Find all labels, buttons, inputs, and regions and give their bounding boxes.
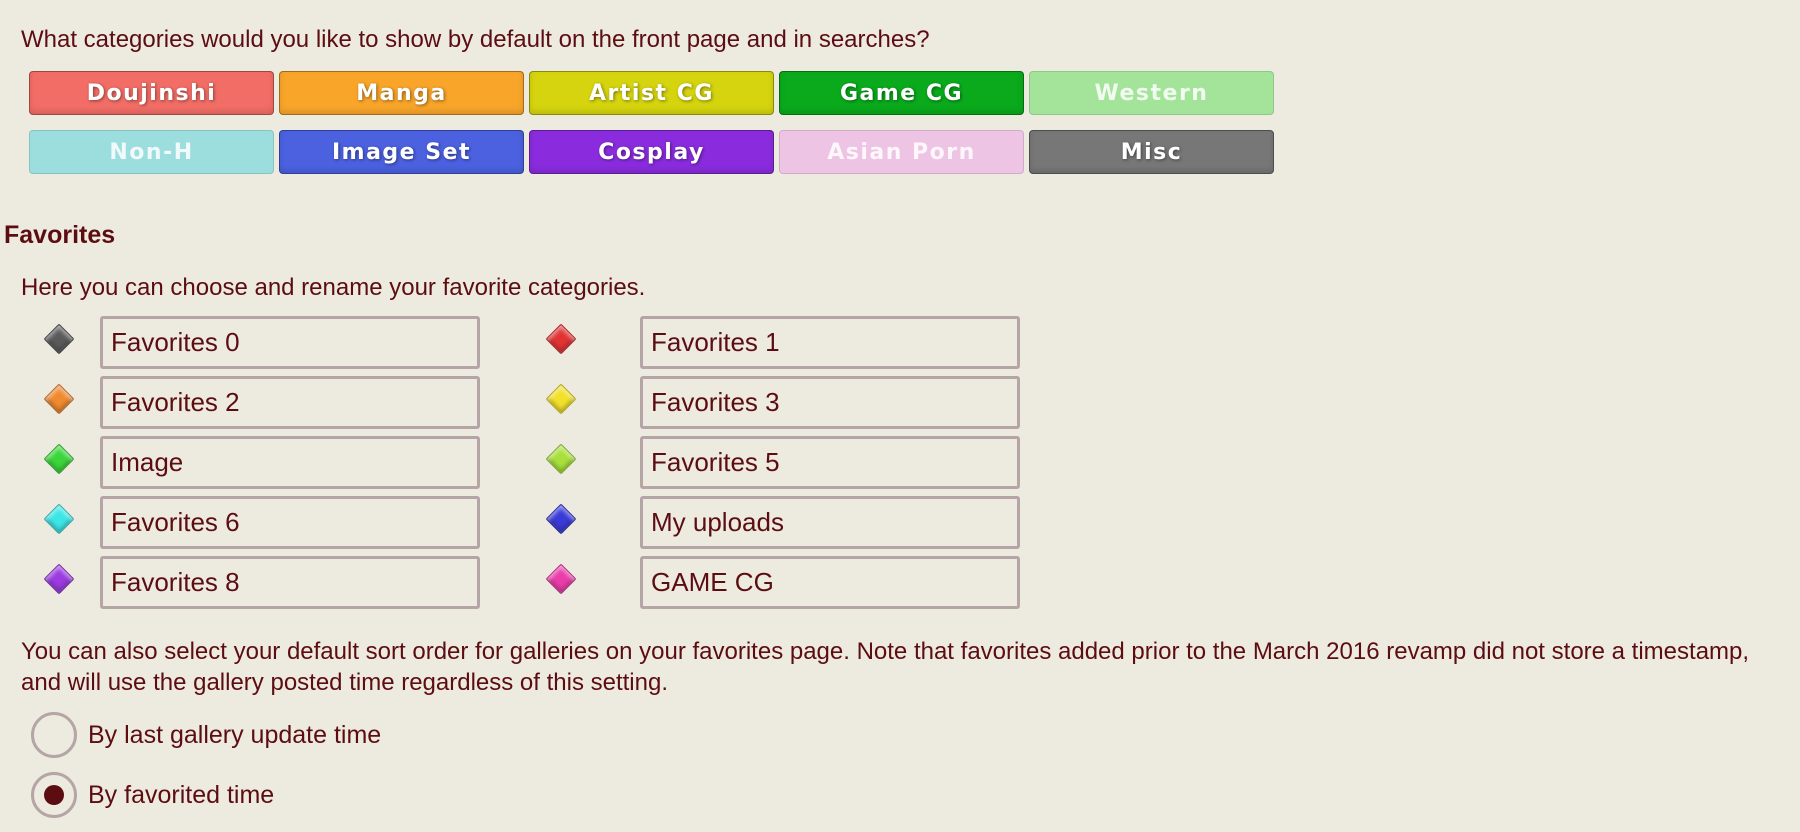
favorite-icon-cell — [38, 436, 80, 489]
sort-radio-favorited-time[interactable] — [31, 772, 77, 818]
diamond-icon — [545, 443, 577, 475]
favorite-name-input-4[interactable] — [100, 436, 480, 489]
diamond-icon — [43, 563, 75, 595]
favorite-name-input-5[interactable] — [640, 436, 1020, 489]
favorite-icon-cell — [500, 496, 620, 549]
sort-option-favorited-time[interactable]: By favorited time — [31, 772, 274, 818]
favorite-icon-cell — [500, 316, 620, 369]
favorites-description: Here you can choose and rename your favo… — [21, 274, 646, 301]
favorite-name-input-6[interactable] — [100, 496, 480, 549]
favorite-icon-cell — [38, 316, 80, 369]
category-button-asian-porn[interactable]: Asian Porn — [779, 130, 1024, 174]
category-button-image-set[interactable]: Image Set — [279, 130, 524, 174]
diamond-icon — [43, 443, 75, 475]
category-button-doujinshi[interactable]: Doujinshi — [29, 71, 274, 115]
diamond-icon — [43, 383, 75, 415]
diamond-icon — [545, 323, 577, 355]
favorite-icon-cell — [500, 556, 620, 609]
sort-description: You can also select your default sort or… — [21, 638, 1750, 696]
category-button-non-h[interactable]: Non-H — [29, 130, 274, 174]
category-button-game-cg[interactable]: Game CG — [779, 71, 1024, 115]
diamond-icon — [545, 563, 577, 595]
favorite-icon-cell — [38, 496, 80, 549]
favorite-name-input-3[interactable] — [640, 376, 1020, 429]
sort-radio-update-time[interactable] — [31, 712, 77, 758]
category-button-western[interactable]: Western — [1029, 71, 1274, 115]
favorite-icon-cell — [38, 556, 80, 609]
category-button-artist-cg[interactable]: Artist CG — [529, 71, 774, 115]
sort-option-label: By favorited time — [88, 781, 275, 809]
diamond-icon — [545, 503, 577, 535]
favorite-name-input-8[interactable] — [100, 556, 480, 609]
sort-option-update-time[interactable]: By last gallery update time — [31, 712, 381, 758]
category-buttons: Doujinshi Manga Artist CG Game CG Western Non… — [29, 71, 1274, 174]
favorite-name-input-2[interactable] — [100, 376, 480, 429]
favorite-name-input-9[interactable] — [640, 556, 1020, 609]
favorites-grid — [38, 316, 1020, 609]
favorite-icon-cell — [38, 376, 80, 429]
favorite-name-input-7[interactable] — [640, 496, 1020, 549]
diamond-icon — [545, 383, 577, 415]
diamond-icon — [43, 503, 75, 535]
favorite-icon-cell — [500, 436, 620, 489]
settings-page: What categories would you like to show b… — [0, 0, 1800, 832]
sort-option-label: By last gallery update time — [88, 721, 382, 749]
diamond-icon — [43, 323, 75, 355]
favorites-heading: Favorites — [4, 221, 116, 249]
radio-selected-dot — [44, 785, 64, 805]
category-button-manga[interactable]: Manga — [279, 71, 524, 115]
category-button-cosplay[interactable]: Cosplay — [529, 130, 774, 174]
favorite-name-input-1[interactable] — [640, 316, 1020, 369]
categories-question: What categories would you like to show b… — [21, 26, 930, 53]
favorite-name-input-0[interactable] — [100, 316, 480, 369]
favorite-icon-cell — [500, 376, 620, 429]
category-button-misc[interactable]: Misc — [1029, 130, 1274, 174]
